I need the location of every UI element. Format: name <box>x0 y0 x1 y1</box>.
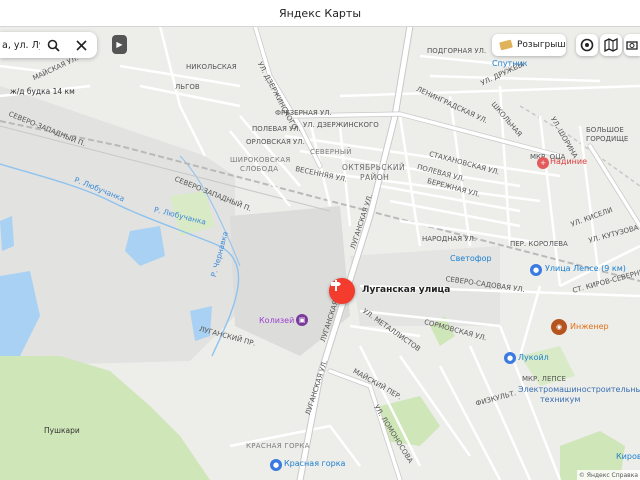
promo-label: Розыгрыш <box>517 40 566 50</box>
search-input[interactable]: а, ул. Луга <box>2 40 40 51</box>
bus-stop-icon[interactable]: ● <box>530 264 542 276</box>
close-icon <box>75 39 87 51</box>
bus-stop-icon[interactable]: ● <box>270 459 282 471</box>
poi-nadezhda-icon[interactable]: + <box>537 157 549 169</box>
clear-button[interactable] <box>72 36 90 54</box>
layers-button[interactable] <box>600 34 622 56</box>
fuel-icon[interactable]: ● <box>504 352 516 364</box>
copyright-text[interactable]: © Яндекс Справка <box>576 470 640 480</box>
play-icon: ▶ <box>116 40 123 49</box>
map-layers-icon <box>604 38 618 52</box>
signpost-icon <box>331 280 341 291</box>
map-graphics <box>0 26 640 480</box>
search-box[interactable]: а, ул. Луга <box>0 32 97 58</box>
circle-logo-icon <box>580 38 594 52</box>
promo-button[interactable]: Розыгрыш <box>492 34 566 56</box>
collapse-panel-button[interactable]: ▶ <box>112 35 127 54</box>
ticket-icon <box>499 39 513 51</box>
search-icon <box>47 39 60 52</box>
window-title-bar: Яндекс Карты <box>0 0 640 27</box>
map-canvas[interactable]: ПОДГОРНАЯ УЛ. Спутник НИКОЛЬСКАЯ ЛЬГОВ М… <box>0 26 640 480</box>
profile-button[interactable] <box>576 34 598 56</box>
location-pin-label: Луганская улица <box>362 285 451 295</box>
location-pin[interactable] <box>329 278 355 304</box>
search-button[interactable] <box>44 36 62 54</box>
koliseum-icon[interactable]: ▣ <box>296 314 308 326</box>
camera-icon <box>626 41 638 50</box>
inzhener-icon[interactable]: ◉ <box>551 319 567 335</box>
window-title: Яндекс Карты <box>278 6 362 20</box>
camera-button[interactable] <box>624 34 640 56</box>
